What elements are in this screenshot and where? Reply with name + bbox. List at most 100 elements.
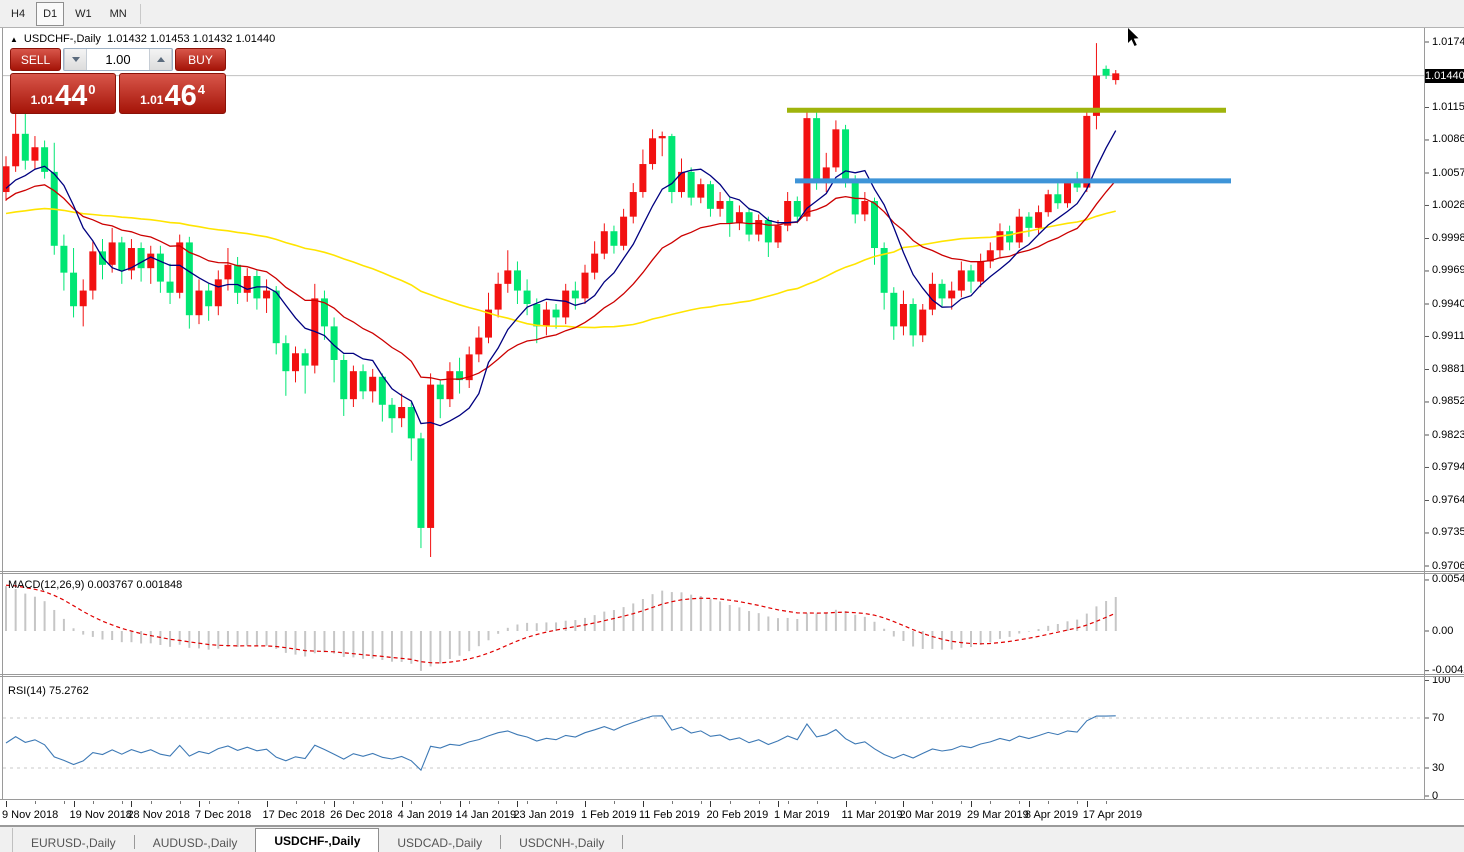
date-minor-tick <box>1077 801 1078 804</box>
candle <box>823 153 830 192</box>
candle <box>553 304 560 329</box>
candle <box>22 111 29 169</box>
symbol-name: USDCHF-,Daily <box>24 33 101 45</box>
candle <box>842 125 849 188</box>
candle <box>89 241 96 299</box>
date-minor-tick <box>990 801 991 804</box>
date-label: 11 Feb 2019 <box>639 809 700 821</box>
date-major-tick <box>971 801 972 807</box>
candle <box>784 192 791 231</box>
sell-price-sup: 0 <box>88 82 95 97</box>
date-minor-tick <box>1106 801 1107 804</box>
rsi-indicator-label: RSI(14) 75.2762 <box>8 685 89 697</box>
candle <box>639 149 646 197</box>
date-label: 1 Feb 2019 <box>581 809 637 821</box>
candle <box>196 279 203 324</box>
timeframe-button-w1[interactable]: W1 <box>68 2 99 26</box>
date-minor-tick <box>1019 801 1020 804</box>
date-major-tick <box>903 801 904 807</box>
candle <box>514 261 521 304</box>
toolbar-separator <box>140 4 141 24</box>
candle <box>1112 70 1119 85</box>
timeframe-button-d1[interactable]: D1 <box>36 2 64 26</box>
date-minor-tick <box>672 801 673 804</box>
candle <box>832 120 839 172</box>
mouse-cursor <box>1128 28 1139 46</box>
date-minor-tick <box>961 801 962 804</box>
candle <box>147 246 154 284</box>
trading-terminal-window: H4 D1 W1 MN 1.017401.014401.011551.00865… <box>0 0 1464 852</box>
candle <box>41 141 48 179</box>
candle <box>803 110 810 221</box>
candle <box>417 433 424 548</box>
date-label: 26 Dec 2018 <box>330 809 392 821</box>
timeframe-button-h4[interactable]: H4 <box>4 2 32 26</box>
date-label: 20 Feb 2019 <box>706 809 768 821</box>
tab-separator <box>622 835 623 849</box>
candle <box>263 279 270 313</box>
candle <box>389 398 396 433</box>
date-minor-tick <box>875 801 876 804</box>
tab-usdcad[interactable]: USDCAD-,Daily <box>379 832 500 852</box>
date-axis[interactable]: 9 Nov 201819 Nov 201828 Nov 20187 Dec 20… <box>0 801 1464 825</box>
candle <box>427 373 434 557</box>
candle <box>996 223 1003 257</box>
volume-decrease-button[interactable] <box>64 49 87 70</box>
candle <box>861 192 868 221</box>
candle <box>620 209 627 250</box>
tab-audusd[interactable]: AUDUSD-,Daily <box>135 832 256 852</box>
sell-button[interactable]: SELL <box>10 48 61 71</box>
candle <box>1093 43 1100 129</box>
candle <box>360 364 367 399</box>
candle <box>234 257 241 304</box>
candle <box>1025 212 1032 237</box>
sell-price-button[interactable]: 1.01 44 0 <box>10 73 116 114</box>
rsi-line <box>6 716 1116 770</box>
candle <box>495 273 502 318</box>
date-minor-tick <box>1048 801 1049 804</box>
date-label: 1 Mar 2019 <box>774 809 830 821</box>
date-major-tick <box>267 801 268 807</box>
candle <box>746 208 753 242</box>
buy-price-main: 46 <box>164 82 196 111</box>
candle <box>765 217 772 257</box>
date-label: 19 Nov 2018 <box>70 809 132 821</box>
candle <box>813 111 820 189</box>
date-label: 11 Mar 2019 <box>842 809 903 821</box>
buy-button[interactable]: BUY <box>175 48 226 71</box>
volume-input[interactable]: 1.00 <box>87 49 149 70</box>
candle <box>881 242 888 309</box>
candle <box>649 129 656 169</box>
date-major-tick <box>585 801 586 807</box>
date-major-tick <box>710 801 711 807</box>
candle <box>717 192 724 217</box>
date-label: 7 Dec 2018 <box>195 809 251 821</box>
macd-signal-line <box>6 585 1116 663</box>
price-axis-border <box>1424 28 1425 800</box>
candle <box>292 347 299 383</box>
volume-increase-button[interactable] <box>149 49 172 70</box>
candle <box>504 250 511 293</box>
candle <box>60 235 67 291</box>
date-minor-tick <box>788 801 789 804</box>
candle <box>910 298 917 346</box>
timeframe-button-mn[interactable]: MN <box>103 2 134 26</box>
tabbar-notch <box>0 828 13 852</box>
date-major-tick <box>517 801 518 807</box>
candle <box>70 248 77 317</box>
tab-usdchf[interactable]: USDCHF-,Daily <box>255 828 379 852</box>
chevron-up-icon <box>157 57 165 62</box>
date-minor-tick <box>324 801 325 804</box>
tab-eurusd[interactable]: EURUSD-,Daily <box>13 832 134 852</box>
candle <box>167 264 174 304</box>
date-major-tick <box>1029 801 1030 807</box>
candle <box>668 134 675 203</box>
candle <box>475 326 482 362</box>
tab-usdcnh[interactable]: USDCNH-,Daily <box>501 832 622 852</box>
ma-sma7-line <box>6 131 1116 426</box>
date-major-tick <box>846 801 847 807</box>
buy-price-button[interactable]: 1.01 46 4 <box>119 73 226 114</box>
collapse-panel-icon[interactable]: ▲ <box>10 35 18 44</box>
pane-splitter-main-macd[interactable] <box>0 571 1464 574</box>
pane-splitter-macd-rsi[interactable] <box>0 674 1464 677</box>
